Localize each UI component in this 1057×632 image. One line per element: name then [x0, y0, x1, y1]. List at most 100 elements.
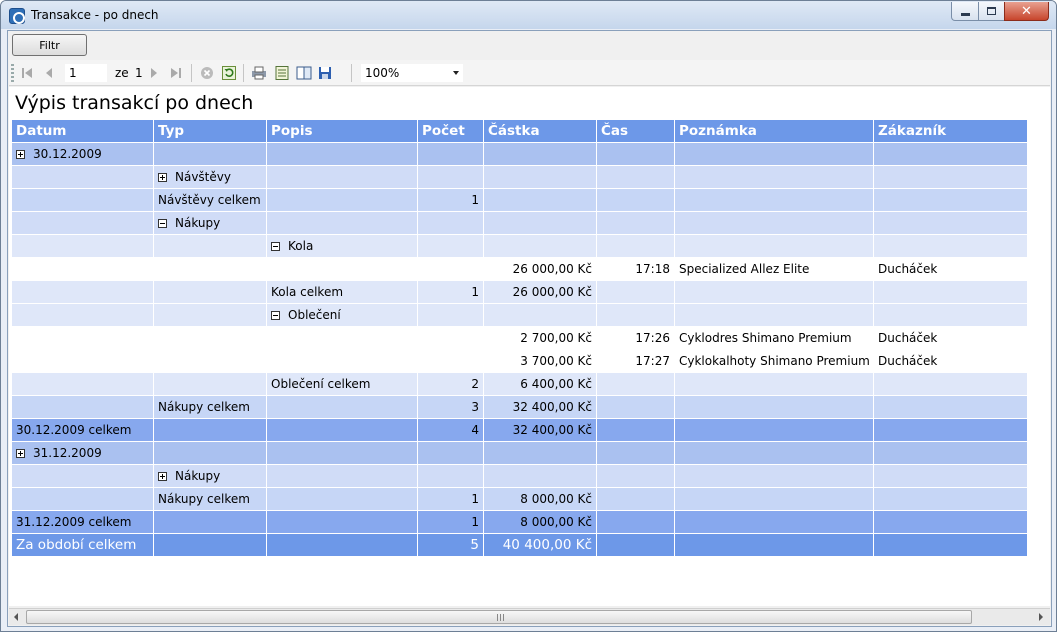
group-row: Nákupy celkem 1 8 000,00 Kč — [11, 487, 1028, 511]
table-cell — [11, 395, 154, 419]
column-header[interactable]: Poznámka — [674, 119, 874, 143]
next-page-icon — [151, 68, 157, 78]
collapse-icon[interactable] — [271, 242, 280, 251]
stop-button[interactable] — [199, 65, 215, 81]
table-cell — [596, 234, 675, 258]
minimize-button[interactable] — [951, 2, 979, 21]
filter-button[interactable]: Filtr — [12, 34, 87, 56]
table-cell: 1 — [417, 487, 484, 511]
next-page-button[interactable] — [146, 65, 162, 81]
column-header[interactable]: Částka — [483, 119, 597, 143]
expand-icon[interactable] — [158, 472, 167, 481]
table-row: 2 700,00 Kč 17:26 Cyklodres Shimano Premiu… — [11, 326, 1028, 350]
cell-text: Nákupy celkem — [158, 492, 250, 506]
zoom-select[interactable]: 100% — [361, 64, 463, 82]
table-cell — [11, 303, 154, 327]
transactions-table: Datum Typ Popis Počet Částka Čas Poznámka Zákaz… — [11, 119, 1028, 557]
expand-icon[interactable] — [158, 173, 167, 182]
horizontal-scrollbar[interactable] — [9, 608, 1050, 625]
previous-page-button[interactable] — [41, 65, 57, 81]
last-page-button[interactable] — [168, 65, 184, 81]
table-cell — [417, 142, 484, 166]
cell-text: 26 000,00 Kč — [512, 285, 592, 299]
group-row: Oblečení celkem 2 6 400,00 Kč — [11, 372, 1028, 396]
collapse-icon[interactable] — [271, 311, 280, 320]
scroll-right-icon[interactable] — [1039, 613, 1043, 621]
column-header[interactable]: Typ — [153, 119, 267, 143]
table-cell: 17:18 — [596, 257, 675, 281]
scrollbar-thumb[interactable] — [26, 610, 972, 624]
cell-text: 3 700,00 Kč — [520, 354, 592, 368]
table-row: 3 700,00 Kč 17:27 Cyklokalhoty Shimano Pre… — [11, 349, 1028, 373]
table-cell — [873, 372, 1028, 396]
table-cell: Specialized Allez Elite — [674, 257, 874, 281]
table-cell — [674, 533, 874, 557]
column-header[interactable]: Zákazník — [873, 119, 1028, 143]
cell-text: 2 700,00 Kč — [520, 331, 592, 345]
table-cell — [596, 510, 675, 534]
expand-icon[interactable] — [16, 449, 25, 458]
maximize-button[interactable] — [978, 2, 1005, 21]
group-row: Kola celkem 1 26 000,00 Kč — [11, 280, 1028, 304]
cell-text: Kola — [288, 239, 314, 253]
collapse-icon[interactable] — [158, 219, 167, 228]
cell-text: 4 — [471, 423, 479, 437]
table-cell — [674, 464, 874, 488]
table-cell — [266, 326, 418, 350]
toolbar-grip-icon[interactable] — [11, 64, 14, 82]
page-number-input[interactable] — [65, 64, 107, 82]
table-cell — [596, 395, 675, 419]
table-cell: Oblečení celkem — [266, 372, 418, 396]
cell-text: 6 400,00 Kč — [520, 377, 592, 391]
close-button[interactable]: ✕ — [1004, 2, 1049, 21]
table-cell — [153, 326, 267, 350]
title-bar[interactable]: Transakce - po dnech ✕ — [1, 1, 1056, 29]
table-cell — [266, 188, 418, 212]
cell-text: 30.12.2009 celkem — [16, 423, 132, 437]
table-cell — [266, 441, 418, 465]
table-cell — [483, 303, 597, 327]
table-cell: 1 — [417, 510, 484, 534]
cell-text: Cyklokalhoty Shimano Premium — [679, 354, 870, 368]
table-cell — [266, 349, 418, 373]
table-cell — [873, 142, 1028, 166]
print-layout-button[interactable] — [274, 65, 290, 81]
table-cell — [11, 372, 154, 396]
column-header[interactable]: Čas — [596, 119, 675, 143]
print-button[interactable] — [251, 65, 267, 81]
expand-icon[interactable] — [16, 150, 25, 159]
export-button[interactable] — [318, 65, 334, 81]
page-of-label: ze — [115, 66, 129, 80]
cell-text: Návštěvy — [175, 170, 231, 184]
table-cell: 30.12.2009 celkem — [11, 418, 154, 442]
cell-text: Návštěvy celkem — [158, 193, 261, 207]
minimize-icon — [960, 13, 970, 16]
refresh-button[interactable] — [221, 65, 237, 81]
cell-text: 2 — [471, 377, 479, 391]
table-cell — [674, 487, 874, 511]
column-header[interactable]: Počet — [417, 119, 484, 143]
page-setup-button[interactable] — [296, 65, 312, 81]
table-cell — [153, 303, 267, 327]
table-cell — [417, 441, 484, 465]
cell-text: 31.12.2009 — [33, 446, 102, 460]
cell-text: 17:26 — [635, 331, 670, 345]
table-cell: 8 000,00 Kč — [483, 487, 597, 511]
column-header[interactable]: Datum — [11, 119, 154, 143]
table-cell: 26 000,00 Kč — [483, 280, 597, 304]
table-cell: 3 700,00 Kč — [483, 349, 597, 373]
table-cell: Návštěvy — [153, 165, 267, 189]
column-header[interactable]: Popis — [266, 119, 418, 143]
scroll-left-icon[interactable] — [14, 613, 18, 621]
table-cell — [674, 142, 874, 166]
cell-text: 3 — [471, 400, 479, 414]
cell-text: Nákupy celkem — [158, 400, 250, 414]
group-row: Nákupy — [11, 464, 1028, 488]
table-cell — [873, 188, 1028, 212]
table-cell — [674, 441, 874, 465]
first-page-button[interactable] — [19, 65, 35, 81]
group-row: 31.12.2009 — [11, 441, 1028, 465]
cell-text: 31.12.2009 celkem — [16, 515, 132, 529]
page-total: 1 — [135, 66, 143, 80]
table-cell: Oblečení — [266, 303, 418, 327]
